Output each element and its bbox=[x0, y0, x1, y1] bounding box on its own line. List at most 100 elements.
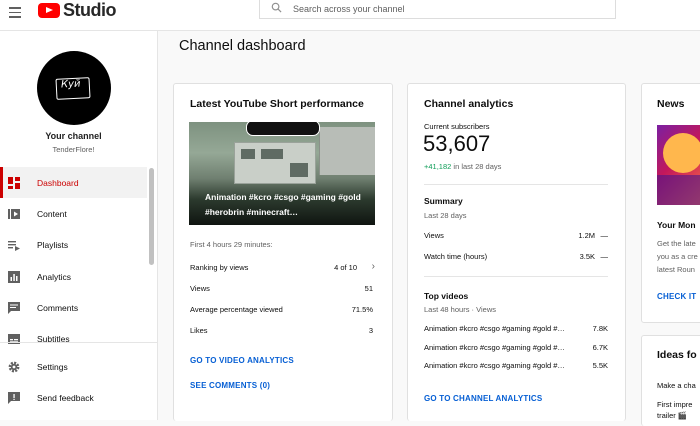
divider bbox=[424, 276, 608, 277]
row-label: Animation #kcro #csgo #gaming #gold #… bbox=[424, 361, 565, 370]
avatar[interactable]: Куй bbox=[37, 51, 111, 125]
row-label: Views bbox=[190, 284, 210, 293]
sidebar-item-dashboard[interactable]: Dashboard bbox=[0, 167, 147, 198]
channel-name: TenderFlore! bbox=[52, 145, 95, 154]
row-label: Animation #kcro #csgo #gaming #gold #… bbox=[424, 343, 565, 352]
row-label: Animation #kcro #csgo #gaming #gold #… bbox=[424, 324, 565, 333]
news-item-title: Your Mon bbox=[657, 220, 696, 230]
short-row-likes: Likes 3 bbox=[190, 326, 373, 335]
playlists-icon bbox=[8, 240, 20, 251]
subscribers-count: 53,607 bbox=[423, 131, 491, 156]
menu-icon[interactable] bbox=[9, 4, 21, 21]
content-icon bbox=[8, 208, 20, 219]
row-label: Watch time (hours) bbox=[424, 252, 488, 261]
search-bar[interactable] bbox=[259, 0, 616, 19]
search-icon[interactable] bbox=[266, 2, 286, 16]
summary-period: Last 28 days bbox=[424, 211, 467, 220]
row-value: 1.2M bbox=[578, 231, 595, 240]
sidebar-item-label: Content bbox=[37, 208, 67, 219]
summary-row-watch-time: Watch time (hours) 3.5K — bbox=[424, 252, 608, 261]
short-period: First 4 hours 29 minutes: bbox=[190, 240, 273, 249]
row-value: 5.5K bbox=[592, 361, 608, 370]
sidebar-divider bbox=[0, 342, 157, 343]
news-card-title: News bbox=[657, 98, 685, 110]
news-text-line: you as a cre bbox=[657, 252, 698, 261]
news-text-line: Get the late bbox=[657, 239, 696, 248]
channel-title: Your channel bbox=[45, 131, 102, 141]
sidebar-item-label: Playlists bbox=[37, 239, 69, 250]
row-label: Views bbox=[424, 231, 444, 240]
search-input[interactable] bbox=[291, 3, 595, 15]
news-graphic bbox=[663, 133, 700, 173]
comments-icon bbox=[8, 301, 20, 314]
sidebar-item-settings[interactable]: Settings bbox=[0, 351, 147, 382]
ideas-line: First impre bbox=[657, 400, 693, 409]
news-thumbnail[interactable] bbox=[657, 125, 700, 205]
top-bar: Studio bbox=[0, 0, 700, 31]
short-row-views: Views 51 bbox=[190, 284, 373, 293]
sidebar-item-label: Dashboard bbox=[37, 177, 79, 188]
short-row-ranking[interactable]: Ranking by views 4 of 10 › bbox=[190, 261, 375, 272]
sidebar-scrollbar[interactable] bbox=[149, 168, 154, 265]
trend-dash-icon: — bbox=[600, 231, 609, 240]
row-value: 4 of 10 bbox=[334, 263, 357, 272]
sidebar-item-label: Settings bbox=[37, 361, 68, 372]
sidebar-item-feedback[interactable]: Send feedback bbox=[0, 382, 147, 413]
row-value: 7.8K bbox=[592, 324, 608, 333]
top-video-row[interactable]: Animation #kcro #csgo #gaming #gold #… 6… bbox=[424, 343, 608, 352]
analytics-icon bbox=[8, 270, 20, 283]
subscribers-label: Current subscribers bbox=[424, 122, 490, 131]
avatar-text: Куй bbox=[60, 78, 81, 91]
row-label: Average percentage viewed bbox=[190, 305, 283, 314]
top-video-row[interactable]: Animation #kcro #csgo #gaming #gold #… 7… bbox=[424, 324, 608, 333]
thumbnail-logo bbox=[246, 122, 320, 136]
summary-title: Summary bbox=[424, 196, 463, 206]
row-value: 51 bbox=[364, 284, 373, 293]
short-card-title: Latest YouTube Short performance bbox=[190, 98, 364, 110]
page-title: Channel dashboard bbox=[179, 38, 306, 54]
logo-text: Studio bbox=[63, 0, 117, 20]
row-label: Likes bbox=[190, 326, 208, 335]
ideas-line: trailer 🎬 bbox=[657, 411, 688, 420]
sidebar-item-label: Analytics bbox=[37, 271, 72, 282]
sidebar-item-playlists[interactable]: Playlists bbox=[0, 229, 147, 260]
short-thumbnail-title: Animation #kcro #csgo #gaming #gold #her… bbox=[205, 192, 361, 217]
settings-icon bbox=[8, 361, 20, 372]
thumbnail-house bbox=[234, 142, 316, 184]
news-text-line: latest Roun bbox=[657, 265, 695, 274]
thumbnail-building bbox=[319, 127, 375, 175]
ideas-line: Make a cha bbox=[657, 381, 696, 390]
sidebar-item-content[interactable]: Content bbox=[0, 198, 147, 229]
trend-dash-icon: — bbox=[600, 252, 609, 261]
sidebar: Куй Your channel TenderFlore! Dashboard … bbox=[0, 31, 158, 420]
short-row-avg-viewed: Average percentage viewed 71.5% bbox=[190, 305, 373, 314]
subscribers-delta-suffix: in last 28 days bbox=[453, 162, 502, 171]
feedback-icon bbox=[8, 391, 20, 404]
row-value: 3.5K bbox=[579, 252, 595, 261]
ideas-card-title: Ideas fo bbox=[657, 349, 697, 361]
go-to-video-analytics-link[interactable]: GO TO VIDEO ANALYTICS bbox=[190, 356, 294, 365]
top-videos-period: Last 48 hours · Views bbox=[424, 305, 496, 314]
subscribers-delta-line: +41,182 in last 28 days bbox=[424, 162, 501, 171]
chevron-right-icon[interactable]: › bbox=[372, 261, 375, 272]
summary-row-views: Views 1.2M — bbox=[424, 231, 608, 240]
news-graphic-base bbox=[657, 175, 700, 205]
sidebar-item-subtitles[interactable]: Subtitles bbox=[0, 323, 147, 354]
sidebar-item-comments[interactable]: Comments bbox=[0, 292, 147, 323]
youtube-logo-icon bbox=[38, 2, 60, 18]
sidebar-item-label: Send feedback bbox=[37, 392, 94, 403]
see-comments-link[interactable]: SEE COMMENTS (0) bbox=[190, 381, 270, 390]
row-value: 71.5% bbox=[351, 305, 373, 314]
top-videos-title: Top videos bbox=[424, 291, 469, 301]
analytics-card-title: Channel analytics bbox=[424, 98, 514, 110]
short-thumbnail[interactable]: Animation #kcro #csgo #gaming #gold #her… bbox=[189, 122, 375, 225]
divider bbox=[424, 184, 608, 185]
top-video-row[interactable]: Animation #kcro #csgo #gaming #gold #… 5… bbox=[424, 361, 608, 370]
sidebar-item-analytics[interactable]: Analytics bbox=[0, 261, 147, 292]
studio-logo[interactable]: Studio bbox=[38, 0, 117, 20]
subscribers-delta: +41,182 bbox=[424, 162, 452, 171]
dashboard-icon bbox=[8, 176, 20, 189]
check-it-out-link[interactable]: CHECK IT bbox=[657, 292, 696, 301]
row-value: 6.7K bbox=[592, 343, 608, 352]
go-to-channel-analytics-link[interactable]: GO TO CHANNEL ANALYTICS bbox=[424, 394, 542, 403]
